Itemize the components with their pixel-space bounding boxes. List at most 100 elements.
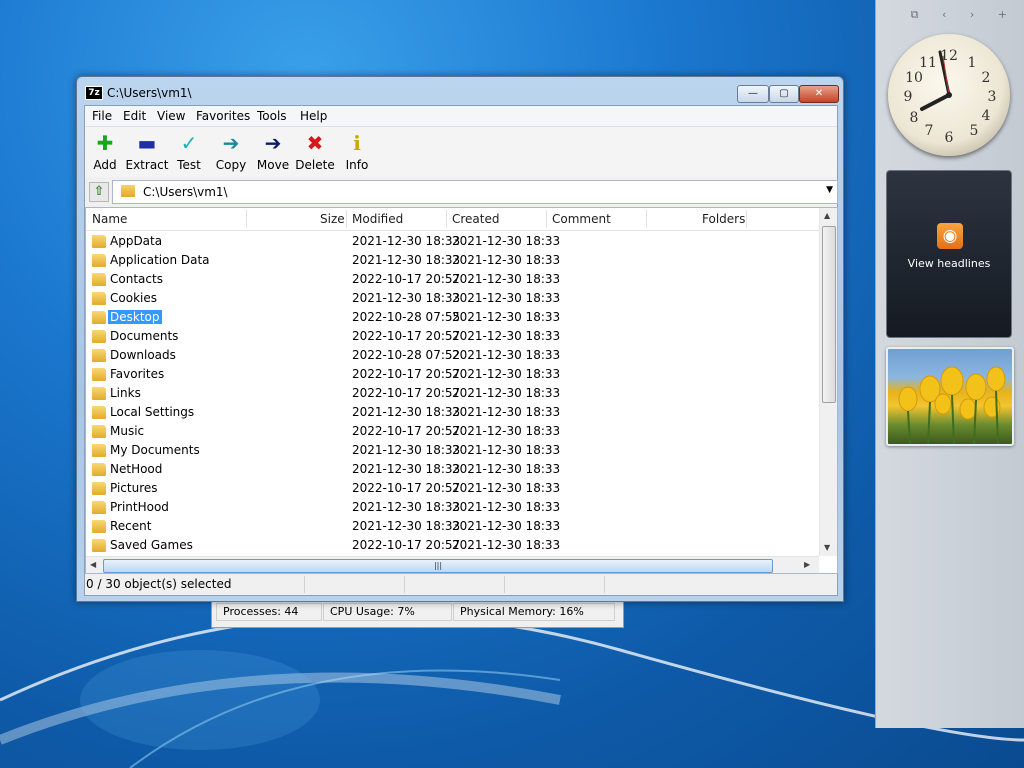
- table-row[interactable]: AppData 2021-12-30 18:33 2021-12-30 18:33: [86, 232, 819, 251]
- svg-text:4: 4: [982, 108, 991, 124]
- row-modified: 2022-10-17 20:57: [352, 367, 461, 381]
- row-name: Pictures: [110, 481, 158, 495]
- row-modified: 2021-12-30 18:33: [352, 443, 461, 457]
- row-name: Local Settings: [110, 405, 195, 419]
- column-divider[interactable]: [546, 210, 547, 228]
- folder-icon: [121, 185, 135, 197]
- folder-icon: [92, 539, 106, 552]
- extract-button[interactable]: ▬ Extract: [125, 131, 169, 172]
- menu-view[interactable]: View: [157, 109, 185, 123]
- folder-icon: [92, 235, 106, 248]
- folder-icon: [92, 444, 106, 457]
- column-divider[interactable]: [246, 210, 247, 228]
- sidebar-controls[interactable]: ⧉ ‹ › +: [911, 8, 1017, 22]
- row-created: 2021-12-30 18:33: [452, 500, 561, 514]
- minus-icon: ▬: [137, 131, 157, 155]
- column-modified[interactable]: Modified: [352, 212, 403, 226]
- minimize-button[interactable]: —: [737, 85, 769, 103]
- view-headlines-label[interactable]: View headlines: [887, 257, 1011, 270]
- row-name: Documents: [110, 329, 179, 343]
- horizontal-scrollbar[interactable]: ◀ ||| ▶: [86, 556, 819, 573]
- table-row[interactable]: Music 2022-10-17 20:57 2021-12-30 18:33: [86, 422, 819, 441]
- table-row[interactable]: Documents 2022-10-17 20:57 2021-12-30 18:3…: [86, 327, 819, 346]
- row-name: AppData: [110, 234, 163, 248]
- table-row[interactable]: Desktop 2022-10-28 07:55 2021-12-30 18:33: [86, 308, 819, 327]
- column-divider[interactable]: [446, 210, 447, 228]
- scroll-down-icon[interactable]: ▼: [824, 543, 830, 552]
- row-created: 2021-12-30 18:33: [452, 291, 561, 305]
- parent-folder-button[interactable]: ⇧: [89, 182, 109, 202]
- feed-headlines-gadget[interactable]: ◉ View headlines: [886, 170, 1012, 338]
- menu-tools[interactable]: Tools: [257, 109, 287, 123]
- chevron-down-icon[interactable]: ▼: [826, 185, 833, 195]
- table-row[interactable]: Application Data 2021-12-30 18:33 2021-12-…: [86, 251, 819, 270]
- test-label: Test: [177, 158, 201, 172]
- title-bar[interactable]: 7z C:\Users\vm1\ — ▢ ✕: [77, 77, 843, 105]
- menu-edit[interactable]: Edit: [123, 109, 146, 123]
- table-row[interactable]: Downloads 2022-10-28 07:52 2021-12-30 18:3…: [86, 346, 819, 365]
- horizontal-scroll-thumb[interactable]: |||: [103, 559, 773, 573]
- column-folders[interactable]: Folders: [702, 212, 745, 226]
- file-list[interactable]: Name Size Modified Created Comment Folde…: [85, 207, 838, 574]
- info-button[interactable]: i Info: [335, 131, 379, 172]
- column-divider[interactable]: [646, 210, 647, 228]
- table-row[interactable]: PrintHood 2021-12-30 18:33 2021-12-30 18:3…: [86, 498, 819, 517]
- window-client-area: File Edit View Favorites Tools Help ✚ Ad…: [84, 105, 838, 596]
- table-row[interactable]: Cookies 2021-12-30 18:33 2021-12-30 18:33: [86, 289, 819, 308]
- table-row[interactable]: Favorites 2022-10-17 20:57 2021-12-30 18:3…: [86, 365, 819, 384]
- folder-icon: [92, 311, 106, 324]
- maximize-button[interactable]: ▢: [769, 85, 799, 103]
- add-label: Add: [93, 158, 117, 172]
- copy-button[interactable]: ➔ Copy: [209, 131, 253, 172]
- delete-button[interactable]: ✖ Delete: [293, 131, 337, 172]
- table-row[interactable]: My Documents 2021-12-30 18:33 2021-12-30 1…: [86, 441, 819, 460]
- info-icon: i: [353, 131, 361, 155]
- path-text: C:\Users\vm1\: [143, 185, 228, 199]
- table-row[interactable]: Saved Games 2022-10-17 20:57 2021-12-30 18…: [86, 536, 819, 555]
- row-created: 2021-12-30 18:33: [452, 253, 561, 267]
- vertical-scrollbar[interactable]: ▲ ▼: [819, 208, 837, 556]
- folder-icon: [92, 273, 106, 286]
- scroll-right-icon[interactable]: ▶: [804, 560, 810, 569]
- delete-label: Delete: [295, 158, 335, 172]
- row-created: 2021-12-30 18:33: [452, 272, 561, 286]
- menu-help[interactable]: Help: [300, 109, 327, 123]
- column-size[interactable]: Size: [320, 212, 345, 226]
- scroll-left-icon[interactable]: ◀: [90, 560, 96, 569]
- path-combobox[interactable]: C:\Users\vm1\ ▼: [112, 180, 838, 204]
- column-comment[interactable]: Comment: [552, 212, 611, 226]
- add-button[interactable]: ✚ Add: [83, 131, 127, 172]
- table-row[interactable]: NetHood 2021-12-30 18:33 2021-12-30 18:33: [86, 460, 819, 479]
- status-bar: 0 / 30 object(s) selected: [85, 574, 837, 595]
- table-row[interactable]: Pictures 2022-10-17 20:57 2021-12-30 18:33: [86, 479, 819, 498]
- row-created: 2021-12-30 18:33: [452, 424, 561, 438]
- column-divider[interactable]: [346, 210, 347, 228]
- close-button[interactable]: ✕: [799, 85, 839, 103]
- column-created[interactable]: Created: [452, 212, 500, 226]
- vertical-scroll-thumb[interactable]: [822, 226, 836, 403]
- table-row[interactable]: Links 2022-10-17 20:57 2021-12-30 18:33: [86, 384, 819, 403]
- table-row[interactable]: Contacts 2022-10-17 20:57 2021-12-30 18:33: [86, 270, 819, 289]
- clock-face-icon: 12 12 345 678 91011: [904, 48, 997, 146]
- scroll-up-icon[interactable]: ▲: [824, 211, 830, 220]
- menu-favorites[interactable]: Favorites: [196, 109, 250, 123]
- row-name: Recent: [110, 519, 152, 533]
- row-created: 2021-12-30 18:33: [452, 386, 561, 400]
- processes-count: Processes: 44: [216, 603, 322, 621]
- move-button[interactable]: ➔ Move: [251, 131, 295, 172]
- list-header: Name Size Modified Created Comment Folde…: [86, 208, 819, 231]
- table-row[interactable]: Recent 2021-12-30 18:33 2021-12-30 18:33: [86, 517, 819, 536]
- svg-text:10: 10: [905, 70, 923, 86]
- slideshow-gadget[interactable]: [886, 347, 1014, 446]
- folder-icon: [92, 254, 106, 267]
- menu-file[interactable]: File: [92, 109, 112, 123]
- row-created: 2021-12-30 18:33: [452, 310, 561, 324]
- table-row[interactable]: Local Settings 2021-12-30 18:33 2021-12-30…: [86, 403, 819, 422]
- row-name: Contacts: [110, 272, 163, 286]
- rss-icon: ◉: [937, 223, 963, 249]
- clock-gadget[interactable]: 12 1 2 345 678 9 10 11: [888, 34, 1010, 156]
- column-name[interactable]: Name: [92, 212, 127, 226]
- test-button[interactable]: ✓ Test: [167, 131, 211, 172]
- column-divider[interactable]: [746, 210, 747, 228]
- row-created: 2021-12-30 18:33: [452, 348, 561, 362]
